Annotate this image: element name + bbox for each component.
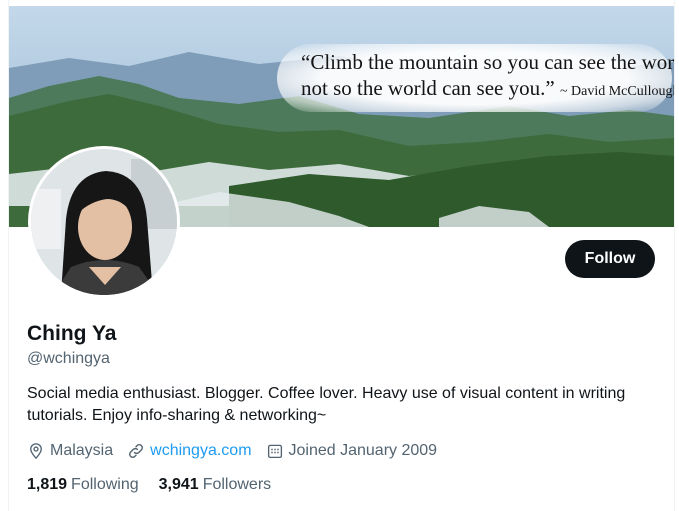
following-count: 1,819 bbox=[27, 476, 68, 493]
calendar-icon bbox=[267, 444, 282, 459]
profile-stats: 1,819 Following 3,941 Followers bbox=[27, 476, 291, 494]
avatar[interactable] bbox=[28, 146, 180, 298]
avatar-photo bbox=[31, 149, 177, 295]
following-link[interactable]: 1,819 Following bbox=[27, 476, 139, 494]
banner-quote: “Climb the mountain so you can see the w… bbox=[277, 44, 674, 112]
joined-text: Joined January 2009 bbox=[288, 442, 438, 459]
link-icon bbox=[129, 444, 144, 458]
quote-author: ~ David McCullough Jr. bbox=[559, 84, 674, 99]
followers-count: 3,941 bbox=[158, 476, 199, 493]
followers-label: Followers bbox=[202, 476, 272, 493]
website-link[interactable]: wchingya.com bbox=[150, 442, 251, 460]
followers-link[interactable]: 3,941 Followers bbox=[159, 476, 272, 494]
person-portrait bbox=[31, 149, 177, 295]
quote-line-2-text: not so the world can see you.” bbox=[301, 76, 555, 100]
location-text: Malaysia bbox=[50, 442, 114, 459]
website-item: wchingya.com bbox=[127, 442, 252, 460]
profile-card: “Climb the mountain so you can see the w… bbox=[8, 0, 675, 511]
quote-line-2: not so the world can see you.” ~ David M… bbox=[301, 76, 674, 101]
follow-button[interactable]: Follow bbox=[565, 240, 655, 278]
joined-item: Joined January 2009 bbox=[266, 442, 438, 460]
quote-line-1: “Climb the mountain so you can see the w… bbox=[301, 50, 674, 74]
following-label: Following bbox=[71, 476, 139, 493]
profile-meta: Malaysia wchingya.com Joined January 200… bbox=[27, 440, 451, 462]
profile-bio: Social media enthusiast. Blogger. Coffee… bbox=[27, 385, 626, 424]
location-item: Malaysia bbox=[27, 442, 113, 460]
profile-handle: @wchingya bbox=[27, 350, 110, 367]
profile-name: Ching Ya bbox=[27, 322, 117, 345]
location-pin-icon bbox=[30, 443, 42, 460]
